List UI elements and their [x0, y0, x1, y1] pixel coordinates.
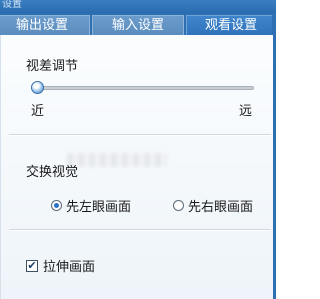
radio-right-eye-indicator [173, 200, 184, 211]
parallax-slider-thumb[interactable] [31, 81, 44, 94]
slider-max-label: 远 [239, 104, 253, 119]
divider-bottom [9, 229, 271, 231]
settings-window: 设置 输出设置 输入设置 观看设置 视差调节 近 远 交换视觉 先左眼画面 先右… [0, 0, 276, 299]
window-title: 设置 [2, 0, 22, 10]
radio-left-eye-label: 先左眼画面 [66, 200, 132, 215]
tab-input-settings[interactable]: 输入设置 [92, 15, 184, 35]
radio-left-eye-indicator [51, 200, 62, 211]
divider-top [9, 134, 271, 136]
stretch-checkbox-box: ✔ [26, 258, 38, 272]
radio-left-eye-first[interactable]: 先左眼画面 [51, 196, 131, 215]
stretch-checkbox-label: 拉伸画面 [43, 260, 96, 275]
swap-view-label: 交换视觉 [26, 165, 79, 180]
viewing-settings-panel: 视差调节 近 远 交换视觉 先左眼画面 先右眼画面 ✔ 拉伸画面 [0, 35, 273, 299]
slider-min-label: 近 [31, 104, 45, 119]
radio-right-eye-first[interactable]: 先右眼画面 [173, 196, 253, 215]
radio-right-eye-label: 先右眼画面 [188, 200, 254, 215]
tab-viewing-settings[interactable]: 观看设置 [186, 15, 276, 35]
tab-output-settings[interactable]: 输出设置 [0, 15, 90, 35]
stretch-checkbox[interactable]: ✔ 拉伸画面 [26, 256, 95, 275]
tab-bar: 输出设置 输入设置 观看设置 [0, 13, 276, 35]
parallax-slider-track[interactable] [31, 86, 254, 90]
title-bar: 设置 [0, 0, 276, 13]
parallax-label: 视差调节 [26, 59, 79, 74]
blurred-text [67, 153, 167, 167]
